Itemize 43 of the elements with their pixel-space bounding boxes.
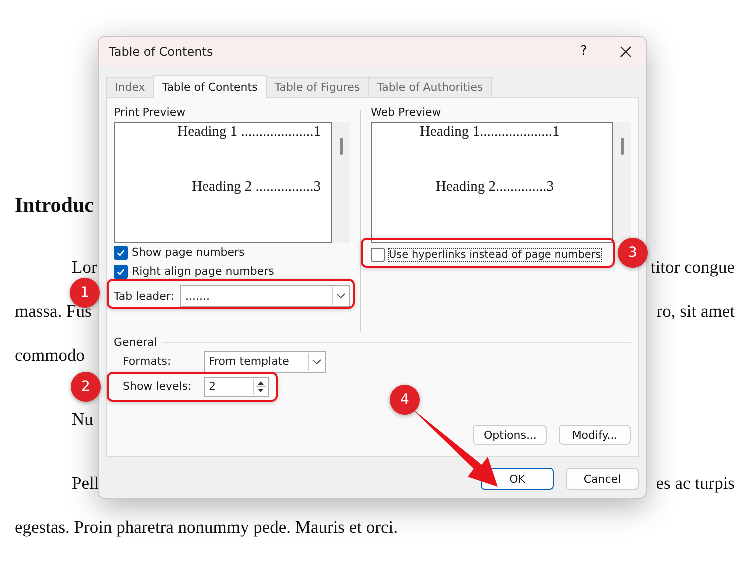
checkbox[interactable] [114,264,128,278]
scrollbar[interactable] [613,122,631,243]
preview-entry: Heading 2..............3 [436,179,554,196]
tab[interactable]: Index [106,77,154,97]
preview-entry: Heading 1 ....................1 [178,124,321,141]
formats-dropdown[interactable]: From template [204,350,326,372]
checkbox-label: Right align page numbers [132,265,274,278]
tab[interactable]: Table of Authorities [368,77,492,97]
section-label: General [114,336,158,349]
preview-entry: Heading 1....................1 [420,124,560,141]
tab[interactable]: Table of Figures [266,77,370,97]
checkbox[interactable] [371,248,385,262]
checkbox-label: Show page numbers [132,246,245,259]
checkbox-label: Use hyperlinks instead of page numbers [389,248,602,260]
section-label: Print Preview [114,106,187,121]
window-title: Table of Contents [109,44,214,58]
help-button[interactable]: ? [564,37,604,66]
checkbox[interactable] [114,246,128,260]
tab[interactable]: Table of Contents [153,75,267,98]
step-badge: 2 [71,372,101,402]
body-text: titor congue [650,256,735,278]
document-heading: Introduc [15,193,95,219]
dialog-button[interactable]: Modify... [559,425,631,445]
dialog-button[interactable]: Options... [473,425,547,445]
dialog-button[interactable]: Cancel [566,468,639,490]
body-text: Lor [72,256,98,278]
body-text: egestas. Proin pharetra nonummy pede. Mauris et orci. [15,516,398,538]
tab-leader-dropdown[interactable]: ....... [180,285,350,307]
section-label: Web Preview [371,106,442,121]
chevron-down-icon [312,358,322,364]
field-label: Tab leader: [114,290,174,302]
field-label: Formats: [123,355,172,368]
close-icon [620,46,632,58]
body-text: Nu [72,408,94,430]
field-label: Show levels: [123,380,193,393]
body-text: commodo [15,344,85,366]
preview-entry: Heading 2 ................3 [192,179,321,196]
body-text: es ac turpis [656,472,735,494]
body-text: ro, sit amet [656,300,735,322]
chevron-down-icon [336,293,346,299]
scrollbar[interactable] [332,122,350,243]
levels-spinner[interactable]: 2 [204,376,269,396]
body-text: Pell [72,472,100,494]
